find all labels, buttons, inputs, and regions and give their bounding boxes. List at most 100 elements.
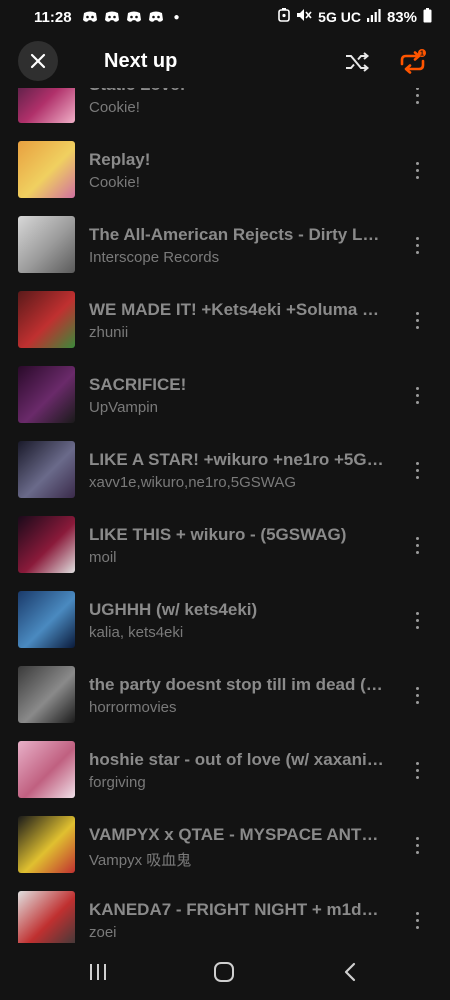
more-dot-icon xyxy=(415,311,419,315)
track-title: VAMPYX x QTAE - MYSPACE ANTHEM xyxy=(89,825,384,844)
more-options-button[interactable] xyxy=(408,88,426,109)
more-options-button[interactable] xyxy=(408,831,426,859)
track-artist: UpVampin xyxy=(89,399,158,416)
more-dot-icon xyxy=(415,618,419,622)
more-dot-icon xyxy=(415,611,419,615)
system-nav-bar xyxy=(0,944,450,1000)
more-options-button[interactable] xyxy=(408,756,426,784)
discord-icon xyxy=(82,11,98,23)
more-dot-icon xyxy=(415,693,419,697)
network-label: 5G UC xyxy=(318,9,361,25)
more-dot-icon xyxy=(415,625,419,629)
back-button[interactable] xyxy=(335,958,365,986)
more-dot-icon xyxy=(415,386,419,390)
more-dot-icon xyxy=(415,325,419,329)
track-row[interactable]: LIKE THIS + wikuro - (5GSWAG) moil xyxy=(0,507,450,582)
more-dot-icon xyxy=(415,761,419,765)
more-dot-icon xyxy=(415,686,419,690)
repeat-button[interactable]: 1 xyxy=(398,48,428,76)
more-options-button[interactable] xyxy=(408,531,426,559)
close-icon xyxy=(30,53,46,69)
track-artist: Cookie! xyxy=(89,99,140,116)
track-row[interactable]: WE MADE IT! +Kets4eki +Soluma (prod. zhu… xyxy=(0,282,450,357)
track-artwork xyxy=(18,816,75,873)
alarm-icon xyxy=(278,8,290,26)
more-dot-icon xyxy=(415,768,419,772)
more-dot-icon xyxy=(415,168,419,172)
status-right: 5G UC 83% xyxy=(278,7,432,27)
track-row[interactable]: UGHHH (w/ kets4eki) kalia, kets4eki xyxy=(0,582,450,657)
status-bar: 11:28 ● 5G UC 83% xyxy=(0,0,450,34)
track-title: hoshie star - out of love (w/ xaxanity) xyxy=(89,750,384,769)
page-title: Next up xyxy=(104,50,178,72)
more-dot-icon xyxy=(415,925,419,929)
track-row[interactable]: Static Love! Cookie! xyxy=(0,88,450,132)
track-artwork xyxy=(18,666,75,723)
track-title: Static Love! xyxy=(89,88,384,95)
more-dot-icon xyxy=(415,836,419,840)
more-options-button[interactable] xyxy=(408,606,426,634)
track-row[interactable]: Replay! Cookie! xyxy=(0,132,450,207)
track-artwork xyxy=(18,891,75,943)
track-artist: zhunii xyxy=(89,324,129,341)
track-artwork xyxy=(18,88,75,123)
svg-text:1: 1 xyxy=(420,51,424,58)
more-dot-icon xyxy=(415,850,419,854)
recent-apps-icon xyxy=(90,964,106,980)
track-artist: kalia, kets4eki xyxy=(89,624,184,641)
track-row[interactable]: VAMPYX x QTAE - MYSPACE ANTHEM Vampyx 吸血鬼 xyxy=(0,807,450,882)
close-button[interactable] xyxy=(18,41,58,81)
more-dot-icon xyxy=(415,543,419,547)
more-dot-icon xyxy=(415,243,419,247)
track-artwork xyxy=(18,516,75,573)
track-row[interactable]: LIKE A STAR! +wikuro +ne1ro +5GSWAG xavv1… xyxy=(0,432,450,507)
track-artist: Interscope Records xyxy=(89,249,220,266)
track-row[interactable]: The All-American Rejects - Dirty Little … xyxy=(0,207,450,282)
track-title: Replay! xyxy=(89,150,151,169)
more-dot-icon xyxy=(415,175,419,179)
shuffle-icon xyxy=(346,52,370,72)
track-artwork xyxy=(18,291,75,348)
track-artwork xyxy=(18,216,75,273)
more-dot-icon xyxy=(415,318,419,322)
mute-icon xyxy=(296,8,312,26)
track-artist: Cookie! xyxy=(89,174,140,191)
more-dot-icon xyxy=(415,700,419,704)
track-artwork xyxy=(18,591,75,648)
track-title: LIKE THIS + wikuro - (5GSWAG) xyxy=(89,525,347,544)
track-row[interactable]: the party doesnt stop till im dead (w/ h… xyxy=(0,657,450,732)
track-artist: xavv1e,wikuro,ne1ro,5GSWAG xyxy=(89,474,297,491)
more-options-button[interactable] xyxy=(408,231,426,259)
more-options-button[interactable] xyxy=(408,906,426,934)
more-dot-icon xyxy=(415,843,419,847)
more-dot-icon xyxy=(415,88,419,90)
track-row[interactable]: SACRIFICE! UpVampin xyxy=(0,357,450,432)
track-artist: horrormovies xyxy=(89,699,177,716)
track-row[interactable]: hoshie star - out of love (w/ xaxanity) f… xyxy=(0,732,450,807)
more-dot-icon xyxy=(415,400,419,404)
back-icon xyxy=(344,962,356,982)
next-up-screen: 11:28 ● 5G UC 83% Next up 1 Cookie! Repl… xyxy=(0,0,450,1000)
more-dot-icon xyxy=(415,236,419,240)
more-options-button[interactable] xyxy=(408,381,426,409)
more-options-button[interactable] xyxy=(408,156,426,184)
more-dot-icon xyxy=(415,468,419,472)
queue-header: Next up 1 xyxy=(0,38,450,84)
queue-track-list[interactable]: Static Love! Cookie! Replay! Cookie! The All… xyxy=(0,88,450,943)
track-artist: zoei xyxy=(89,924,117,941)
battery-label: 83% xyxy=(386,8,417,26)
more-options-button[interactable] xyxy=(408,681,426,709)
track-title: SACRIFICE! xyxy=(89,375,187,394)
shuffle-button[interactable] xyxy=(344,50,370,74)
track-title: LIKE A STAR! +wikuro +ne1ro +5GSWAG xyxy=(89,450,384,469)
track-title: The All-American Rejects - Dirty Little … xyxy=(89,225,384,244)
track-row[interactable]: KANEDA7 - FRIGHT NIGHT + m1dnight zoei xyxy=(0,882,450,943)
track-artwork xyxy=(18,741,75,798)
track-title: KANEDA7 - FRIGHT NIGHT + m1dnight xyxy=(89,900,384,919)
more-options-button[interactable] xyxy=(408,456,426,484)
recent-apps-button[interactable] xyxy=(83,958,113,986)
more-dot-icon xyxy=(415,550,419,554)
repeat-one-icon: 1 xyxy=(400,49,426,74)
more-options-button[interactable] xyxy=(408,306,426,334)
home-button[interactable] xyxy=(209,958,239,986)
